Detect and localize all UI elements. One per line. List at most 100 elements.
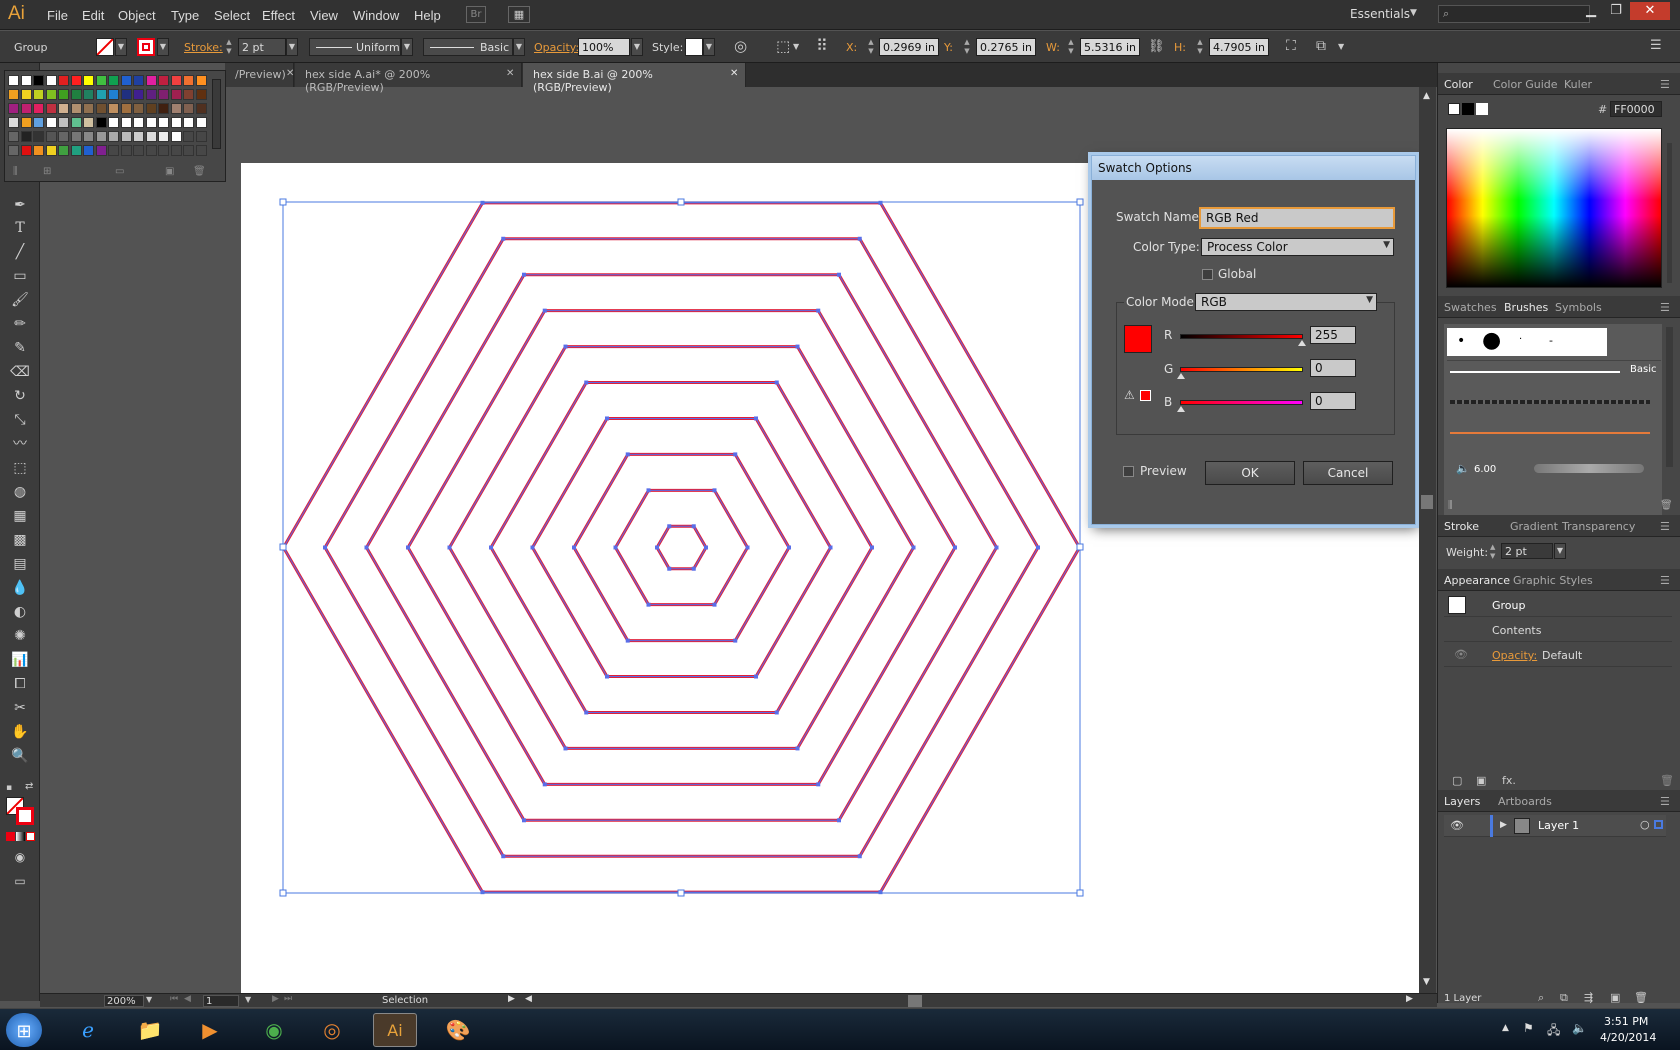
action-center-flag-icon[interactable]: ⚑ (1523, 1021, 1534, 1035)
reference-point-icon[interactable]: ⠿ (816, 36, 828, 55)
anchor-point[interactable] (522, 818, 526, 823)
delete-swatch-icon[interactable]: 🗑 (193, 166, 206, 177)
weight-spinner[interactable]: ▲ ▼ (1490, 543, 1495, 561)
swatch-name-input[interactable]: RGB Red (1200, 208, 1394, 228)
last-artboard-icon[interactable]: ⏭ (284, 994, 292, 1004)
variable-width-profile[interactable]: Uniform (309, 38, 401, 56)
tab-close-icon[interactable]: ✕ (730, 68, 738, 79)
hexagon-ring[interactable] (281, 201, 1082, 894)
scroll-left-icon[interactable]: ◀ (525, 994, 532, 1004)
anchor-point[interactable] (625, 452, 630, 457)
swatch-chip[interactable] (58, 131, 69, 142)
slice-tool-icon[interactable]: ✂ (10, 698, 30, 718)
warp-tool-icon[interactable]: 〰 (10, 434, 30, 454)
selection-indicator-icon[interactable] (1654, 820, 1663, 829)
tab-swatches[interactable]: Swatches (1444, 301, 1497, 314)
b-input[interactable]: 0 (1310, 392, 1356, 410)
screen-mode-icon[interactable]: ▭ (10, 871, 30, 891)
anchor-point[interactable] (655, 545, 659, 550)
swatch-chip[interactable] (33, 145, 44, 156)
hexagon-ring[interactable] (572, 452, 791, 643)
tab-appearance[interactable]: Appearance (1444, 574, 1510, 587)
swatch-chip[interactable] (83, 117, 94, 128)
swatch-chip[interactable] (133, 89, 144, 100)
brush-dash-icon[interactable]: - (1549, 334, 1553, 347)
swatch-chip[interactable] (95, 103, 107, 114)
fill-dropdown[interactable]: ▼ (115, 38, 127, 56)
paintbrush-tool-icon[interactable]: 🖌 (10, 290, 30, 310)
tab-brushes[interactable]: Brushes (1504, 301, 1548, 314)
eraser-tool-icon[interactable]: ⌫ (10, 362, 30, 382)
gamut-color-swatch[interactable] (1140, 390, 1151, 401)
search-input[interactable]: ⌕ (1438, 5, 1590, 23)
restore-icon[interactable]: ❐ (1603, 2, 1629, 20)
anchor-point[interactable] (816, 308, 821, 313)
horizontal-scroll-thumb[interactable] (908, 995, 922, 1007)
swatch-chip[interactable] (158, 131, 169, 142)
brush-dropdown[interactable]: ▼ (513, 38, 525, 56)
swatch-chip[interactable] (8, 75, 19, 86)
panel-menu-icon[interactable]: ☰ (1650, 38, 1662, 53)
opacity-link[interactable]: Opacity: (1492, 649, 1537, 662)
hand-tool-icon[interactable]: ✋ (10, 722, 30, 742)
hexagon-ring[interactable] (655, 524, 708, 571)
anchor-point[interactable] (837, 272, 841, 277)
stroke-label[interactable]: Stroke: (184, 41, 223, 54)
swatch-chip[interactable] (20, 145, 32, 156)
brush-dot-large-icon[interactable]: ● (1482, 328, 1501, 353)
anchor-point[interactable] (584, 710, 589, 715)
anchor-point[interactable] (1036, 545, 1040, 550)
anchor-point[interactable] (911, 545, 916, 550)
swatch-chip[interactable] (183, 145, 194, 156)
swatch-chip[interactable] (8, 131, 19, 142)
swatch-chip[interactable] (83, 103, 94, 114)
anchor-point[interactable] (480, 200, 485, 205)
stroke-color-box[interactable] (16, 807, 34, 825)
x-input[interactable]: 0.2969 in (879, 38, 939, 56)
swatch-chip[interactable] (70, 145, 82, 156)
media-player-icon[interactable]: ▶ (188, 1013, 232, 1047)
anchor-point[interactable] (733, 452, 738, 457)
swatch-chip[interactable] (70, 75, 82, 86)
align-dropdown-icon[interactable]: ▼ (793, 42, 799, 51)
swatch-chip[interactable] (183, 103, 194, 114)
zoom-tool-icon[interactable]: 🔍 (10, 746, 30, 766)
swatch-chip[interactable] (45, 89, 57, 100)
tab-doc-2[interactable]: hex side A.ai* @ 200% (RGB/Preview) ✕ (295, 63, 522, 94)
anchor-point[interactable] (364, 545, 369, 550)
bristle-brush-stroke[interactable] (1534, 464, 1644, 473)
workspace-chevron-icon[interactable]: ▼ (1410, 8, 1417, 18)
menu-edit[interactable]: Edit (82, 8, 104, 23)
w-spinner[interactable]: ▲ ▼ (1066, 38, 1076, 56)
locate-object-icon[interactable]: ⌕ (1538, 991, 1544, 1005)
anchor-point[interactable] (501, 854, 506, 859)
rectangle-tool-icon[interactable]: ▭ (10, 266, 30, 286)
pencil-tool-icon[interactable]: ✏ (10, 314, 30, 334)
constrain-proportions-icon[interactable]: ⛓ (1148, 39, 1165, 54)
clipping-mask-icon[interactable]: ⧉ (1560, 991, 1568, 1005)
target-circle-icon[interactable]: ○ (1640, 818, 1650, 831)
swatch-chip[interactable] (158, 103, 169, 114)
none-color-icon[interactable] (1448, 103, 1460, 115)
r-input[interactable]: 255 (1310, 326, 1356, 344)
hexagon-ring[interactable] (530, 416, 833, 679)
swatch-chip[interactable] (58, 117, 69, 128)
anchor-point[interactable] (878, 890, 883, 895)
scale-tool-icon[interactable]: ⤡ (10, 410, 30, 430)
menu-view[interactable]: View (310, 8, 338, 23)
delete-item-icon[interactable]: 🗑 (1660, 774, 1674, 787)
stroke-weight-dropdown[interactable]: ▼ (286, 38, 298, 56)
swatch-chip[interactable] (158, 145, 169, 156)
swatch-chip[interactable] (133, 145, 144, 156)
anchor-point[interactable] (953, 545, 957, 550)
anchor-point[interactable] (994, 545, 999, 550)
menu-select[interactable]: Select (214, 8, 250, 23)
anchor-point[interactable] (572, 545, 576, 550)
swatch-chip[interactable] (170, 89, 182, 100)
anchor-point[interactable] (828, 545, 833, 550)
h-input[interactable]: 4.7905 in (1209, 38, 1269, 56)
anchor-point[interactable] (733, 638, 738, 643)
anchor-point[interactable] (605, 674, 609, 679)
weight-dropdown[interactable]: ▼ (1554, 543, 1566, 559)
internet-explorer-icon[interactable]: ℯ (66, 1013, 110, 1047)
